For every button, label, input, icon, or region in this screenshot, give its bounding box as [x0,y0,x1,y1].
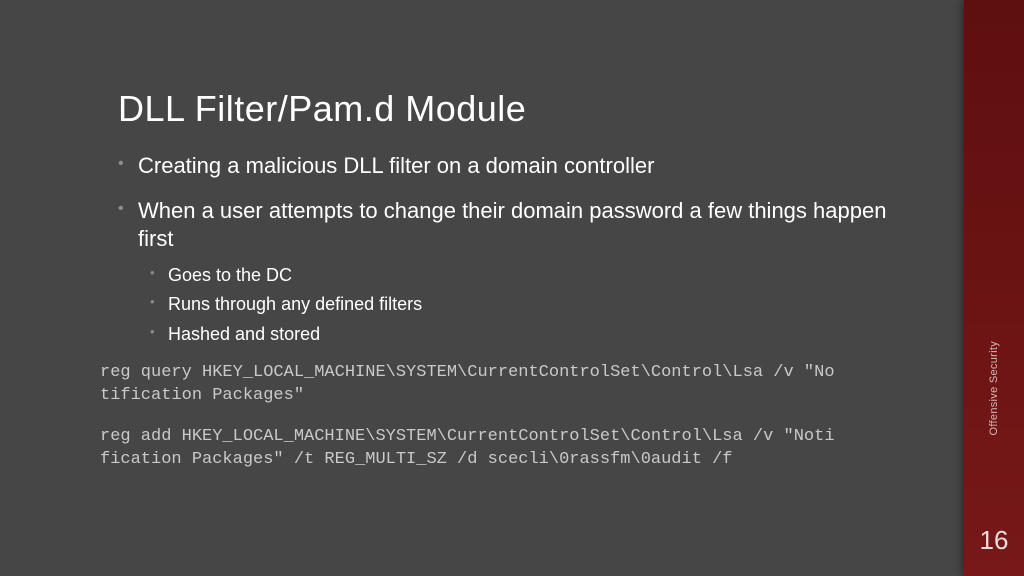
page-number: 16 [980,525,1009,556]
code-block-1: reg query HKEY_LOCAL_MACHINE\SYSTEM\Curr… [100,362,840,408]
sidebar-label: Offensive Security [988,341,1000,435]
sub-bullet-item: Hashed and stored [150,323,924,346]
bullet-item: When a user attempts to change their dom… [118,197,924,346]
bullet-list: Creating a malicious DLL filter on a dom… [118,152,924,346]
bullet-item: Creating a malicious DLL filter on a dom… [118,152,924,181]
sub-bullet-item: Goes to the DC [150,264,924,287]
bullet-text: Creating a malicious DLL filter on a dom… [138,153,654,178]
sidebar: Offensive Security 16 [964,0,1024,576]
sub-bullet-item: Runs through any defined filters [150,293,924,316]
slide-title: DLL Filter/Pam.d Module [118,88,924,130]
slide-content: DLL Filter/Pam.d Module Creating a malic… [0,0,964,576]
bullet-text: When a user attempts to change their dom… [138,198,886,252]
code-block-2: reg add HKEY_LOCAL_MACHINE\SYSTEM\Curren… [100,426,840,472]
sub-bullet-list: Goes to the DC Runs through any defined … [150,264,924,346]
